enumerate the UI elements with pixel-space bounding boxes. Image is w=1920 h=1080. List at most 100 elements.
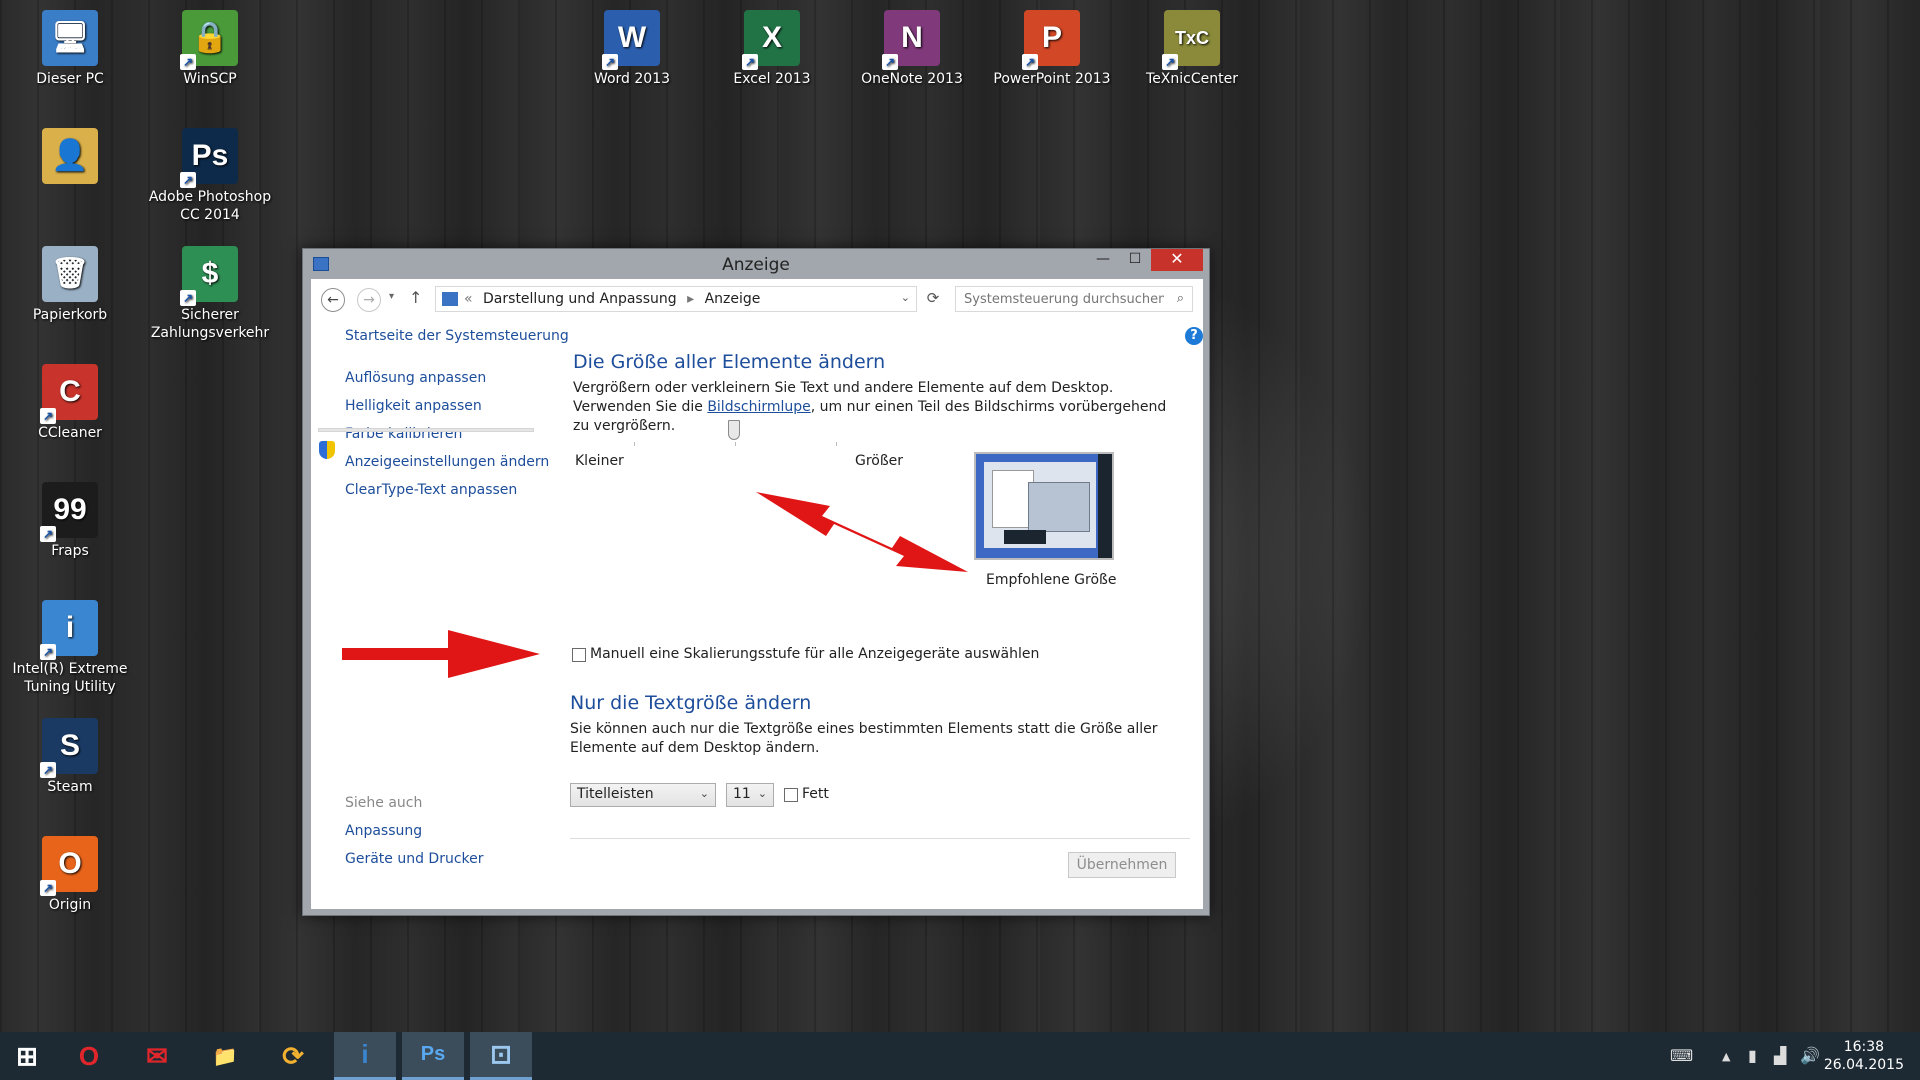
window-title: Anzeige [722,255,790,275]
breadcrumb-darstellung[interactable]: Darstellung und Anpassung [483,291,677,307]
see-also-devices-printers[interactable]: Geräte und Drucker [345,851,484,867]
desktop-icon-label: Excel 2013 [733,71,811,87]
origin-icon: O [40,836,98,896]
desktop-icon-fraps[interactable]: 99Fraps [0,482,140,560]
intel-xtu-icon: i [40,600,98,660]
user-folder-icon: 👤 [42,128,98,184]
desktop-icon-label: Intel(R) Extreme Tuning Utility [12,661,128,695]
bold-label[interactable]: Fett [802,786,829,802]
slider-min-label: Kleiner [575,453,624,469]
recent-locations-chevron-icon[interactable]: ▾ [389,291,394,302]
display-preview-image [974,452,1114,560]
element-select[interactable]: Titelleisten ⌄ [570,783,716,807]
sidebar-item-cleartype[interactable]: ClearType-Text anpassen [345,482,517,498]
sidebar-item-home[interactable]: Startseite der Systemsteuerung [345,328,569,344]
chevron-down-icon: ⌄ [757,787,767,800]
desktop-icon-papierkorb[interactable]: 🗑 Papierkorb [0,246,140,324]
manual-scaling-label[interactable]: Manuell eine Skalierungsstufe für alle A… [590,646,1039,662]
desktop-icon-label: PowerPoint 2013 [993,71,1111,87]
onenote-icon: N [882,10,940,70]
minimize-button[interactable]: — [1087,249,1119,271]
volume-icon[interactable]: 🔊 [1800,1046,1820,1065]
slider-tick [735,442,736,446]
text-size-description: Sie können auch nur die Textgröße eines … [570,721,1158,756]
taskbar-intel-xtu-icon[interactable]: i [334,1032,396,1080]
taskbar-explorer-icon[interactable]: 📁 [198,1032,252,1080]
signal-icon[interactable]: ▟ [1774,1046,1786,1065]
search-box[interactable]: ⌕ [955,286,1193,312]
search-input[interactable] [964,292,1164,307]
desktop-icon-label: Sicherer Zahlungsverkehr [150,307,270,341]
window-client-area: ← → ▾ ↑ « Darstellung und Anpassung ▸ An… [311,279,1203,909]
system-tray: ⌨ ▲ ▮ ▟ 🔊 16:38 26.04.2015 [1640,1032,1920,1080]
scale-slider-thumb[interactable] [728,420,740,440]
divider [570,838,1190,839]
texniccenter-icon: TxC [1162,10,1220,70]
up-arrow-icon[interactable]: ↑ [409,288,422,307]
desktop-icon-onenote[interactable]: NOneNote 2013 [842,10,982,88]
breadcrumb[interactable]: « Darstellung und Anpassung ▸ Anzeige ⌄ [435,286,917,312]
desktop-icon-label: WinSCP [183,71,237,87]
search-icon[interactable]: ⌕ [1177,291,1184,306]
desktop-icon-label: OneNote 2013 [861,71,963,87]
desktop-icon-dieser-pc[interactable]: 🖥 Dieser PC [0,10,140,88]
chevron-down-icon: ⌄ [699,787,709,800]
maximize-button[interactable]: ☐ [1119,249,1151,271]
desktop-icon-winscp[interactable]: 🔒WinSCP [140,10,280,88]
address-bar: ← → ▾ ↑ « Darstellung und Anpassung ▸ An… [311,279,1203,319]
magnifier-link[interactable]: Bildschirmlupe [707,399,810,415]
refresh-icon[interactable]: ⟳ [921,286,945,312]
close-button[interactable]: ✕ [1151,249,1203,271]
breadcrumb-anzeige[interactable]: Anzeige [705,291,761,307]
papierkorb-icon: 🗑 [42,246,98,302]
chevron-down-icon[interactable]: ⌄ [901,291,910,304]
font-size-select-value: 11 [733,786,751,802]
apply-button[interactable]: Übernehmen [1068,852,1176,878]
desktop-icon-origin[interactable]: OOrigin [0,836,140,914]
taskbar-control-panel-icon[interactable]: ⊡ [470,1032,532,1080]
window-titlebar[interactable]: Anzeige — ☐ ✕ [303,249,1209,279]
desktop-icon-label: Adobe Photoshop CC 2014 [148,189,272,223]
taskbar-photoshop-icon[interactable]: Ps [402,1032,464,1080]
winscp-icon: 🔒 [180,10,238,70]
sidebar-item-resolution[interactable]: Auflösung anpassen [345,370,486,386]
taskbar-app-ring-icon[interactable]: ⟳ [266,1032,320,1080]
control-panel-icon [442,292,458,306]
clock-time: 16:38 [1843,1039,1885,1055]
taskbar: ⊞ O ✉ 📁 ⟳ i Ps ⊡ ⌨ ▲ ▮ ▟ 🔊 16:38 26.04.2015 [0,1032,1920,1080]
keyboard-icon[interactable]: ⌨ [1670,1046,1693,1065]
show-hidden-icons-icon[interactable]: ▲ [1722,1050,1730,1063]
help-icon[interactable]: ? [1185,327,1203,345]
slider-max-label: Größer [855,453,904,469]
scale-slider-track[interactable] [318,428,534,432]
taskbar-mail-icon[interactable]: ✉ [130,1032,184,1080]
desktop-icon-texniccenter[interactable]: TxCTeXnicCenter [1122,10,1262,88]
desktop-icon-ccleaner[interactable]: CCCleaner [0,364,140,442]
breadcrumb-separator-icon[interactable]: ▸ [687,291,694,307]
element-select-value: Titelleisten [577,786,654,802]
sidebar-item-brightness[interactable]: Helligkeit anpassen [345,398,482,414]
desktop-icon-user-folder[interactable]: 👤 [0,128,140,188]
manual-scaling-checkbox[interactable] [572,648,586,662]
taskbar-opera-icon[interactable]: O [62,1032,116,1080]
see-also-personalization[interactable]: Anpassung [345,823,422,839]
font-size-select[interactable]: 11 ⌄ [726,783,774,807]
desktop-icon-word[interactable]: WWord 2013 [562,10,702,88]
sidebar-item-display-settings[interactable]: Anzeigeeinstellungen ändern [345,454,549,470]
bold-checkbox[interactable] [784,788,798,802]
desktop-icon-label: CCleaner [38,425,102,441]
desktop-icon-intel-xtu[interactable]: iIntel(R) Extreme Tuning Utility [0,600,140,696]
breadcrumb-overflow-icon[interactable]: « [464,291,473,307]
desktop-icon-photoshop[interactable]: PsAdobe Photoshop CC 2014 [140,128,280,224]
desktop-icon-sicherer-zahlungsverkehr[interactable]: $Sicherer Zahlungsverkehr [140,246,280,342]
desktop-icon-steam[interactable]: SSteam [0,718,140,796]
desktop-icon-label: Fraps [51,543,89,559]
forward-arrow-icon[interactable]: → [357,288,381,312]
network-icon[interactable]: ▮ [1748,1046,1757,1065]
clock[interactable]: 16:38 26.04.2015 [1824,1038,1904,1074]
taskbar-start-icon[interactable]: ⊞ [0,1032,54,1080]
back-arrow-icon[interactable]: ← [321,288,345,312]
desktop-icon-powerpoint[interactable]: PPowerPoint 2013 [982,10,1122,88]
desktop-icon-excel[interactable]: XExcel 2013 [702,10,842,88]
dieser-pc-icon: 🖥 [42,10,98,66]
